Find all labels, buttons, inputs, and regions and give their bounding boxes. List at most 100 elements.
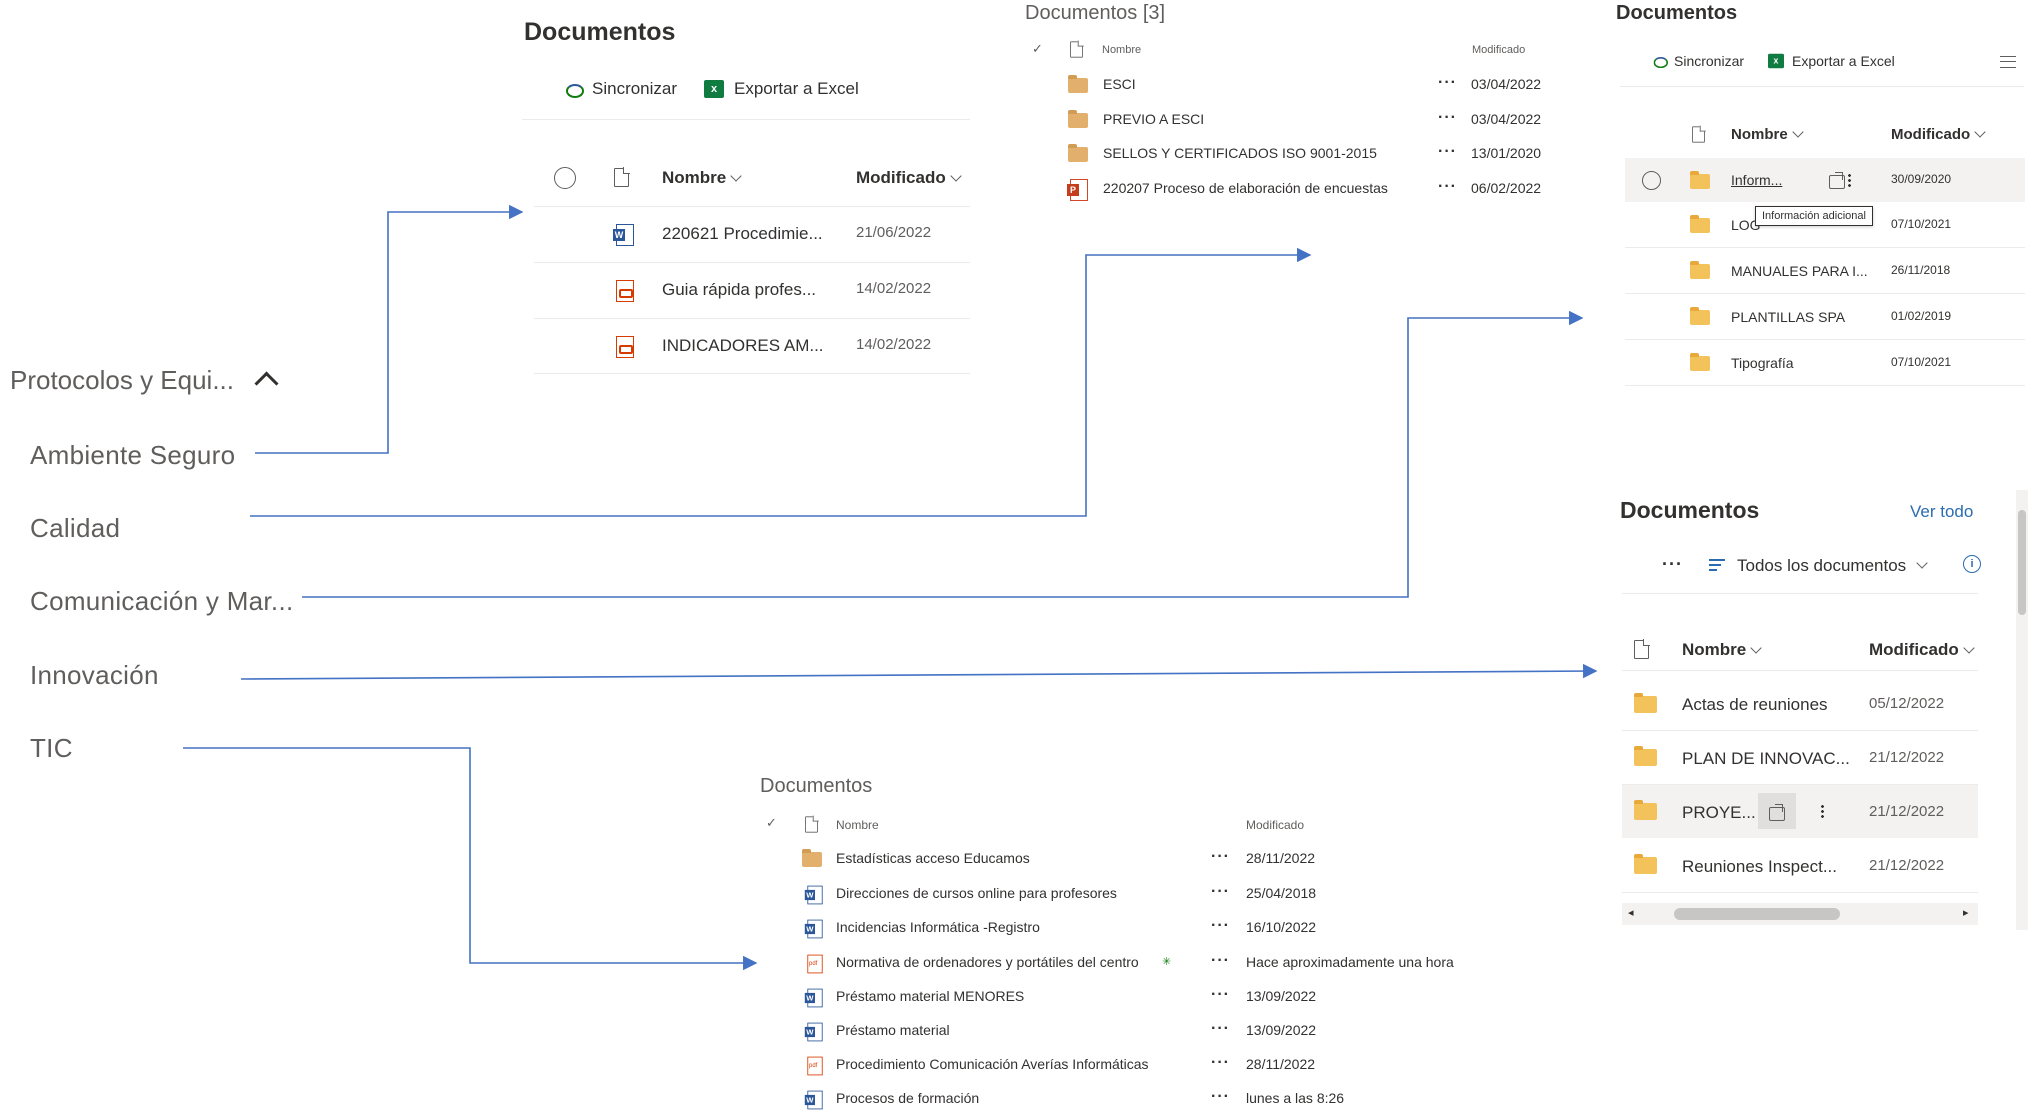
more-options-icon[interactable]: ··· — [1211, 1054, 1230, 1072]
list-item[interactable]: Normativa de ordenadores y portátiles de… — [764, 950, 1484, 976]
nav-parent-protocolos[interactable]: Protocolos y Equi... — [10, 365, 234, 396]
list-item[interactable]: Préstamo material MENORES ··· 13/09/2022 — [764, 984, 1484, 1010]
file-name[interactable]: ESCI — [1103, 76, 1136, 92]
file-name[interactable]: 220621 Procedimie... — [662, 224, 823, 244]
more-options-icon[interactable]: ··· — [1438, 74, 1457, 92]
check-icon[interactable]: ✓ — [766, 815, 777, 831]
file-name[interactable]: SELLOS Y CERTIFICADOS ISO 9001-2015 — [1103, 145, 1377, 161]
share-icon[interactable] — [1828, 175, 1845, 189]
table-row[interactable]: PLAN DE INNOVAC... 21/12/2022 — [1622, 731, 1978, 785]
more-options-icon[interactable]: ··· — [1211, 848, 1230, 866]
more-options-icon[interactable]: ··· — [1438, 143, 1457, 161]
file-name[interactable]: Estadísticas acceso Educamos — [836, 850, 1030, 866]
column-header-modified[interactable]: Modificado — [856, 168, 962, 188]
scroll-right-icon[interactable]: ▸ — [1963, 906, 1969, 919]
file-name[interactable]: Procesos de formación — [836, 1090, 979, 1106]
list-item[interactable]: Préstamo material ··· 13/09/2022 — [764, 1018, 1484, 1044]
more-vertical-icon[interactable] — [1848, 173, 1851, 187]
list-item[interactable]: Procedimiento Comunicación Averías Infor… — [764, 1052, 1484, 1078]
table-row[interactable]: PLANTILLAS SPA 01/02/2019 — [1625, 294, 2025, 340]
table-row[interactable]: Guia rápida profes... 14/02/2022 — [534, 263, 970, 319]
modified-date: 07/10/2021 — [1891, 355, 1952, 369]
nav-item-ambiente-seguro[interactable]: Ambiente Seguro — [30, 440, 235, 471]
file-name[interactable]: Inform... — [1731, 172, 1782, 188]
file-name[interactable]: Procedimiento Comunicación Averías Infor… — [836, 1056, 1149, 1072]
file-name[interactable]: Normativa de ordenadores y portátiles de… — [836, 954, 1139, 970]
table-row[interactable]: 220621 Procedimie... 21/06/2022 — [534, 207, 970, 263]
see-all-link[interactable]: Ver todo — [1910, 502, 1973, 522]
table-row[interactable]: Inform... 30/09/2020 — [1625, 158, 2025, 202]
select-radio-icon[interactable] — [1642, 171, 1661, 190]
share-button[interactable] — [1758, 793, 1796, 829]
file-name[interactable]: Actas de reuniones — [1682, 695, 1828, 715]
more-options-icon[interactable]: ··· — [1211, 1088, 1230, 1106]
file-name[interactable]: PLAN DE INNOVAC... — [1682, 749, 1850, 769]
menu-icon[interactable] — [2000, 56, 2016, 68]
file-name[interactable]: Préstamo material MENORES — [836, 988, 1024, 1004]
list-item[interactable]: Direcciones de cursos online para profes… — [764, 881, 1484, 907]
file-name[interactable]: PLANTILLAS SPA — [1731, 309, 1845, 325]
check-icon[interactable]: ✓ — [1032, 41, 1043, 57]
file-name[interactable]: 220207 Proceso de elaboración de encuest… — [1103, 180, 1388, 196]
chevron-up-icon[interactable] — [254, 371, 279, 396]
file-name[interactable]: PROYE... — [1682, 803, 1756, 823]
table-row[interactable]: Tipografía 07/10/2021 — [1625, 340, 2025, 386]
file-name[interactable]: INDICADORES AM... — [662, 336, 824, 356]
info-icon[interactable]: i — [1963, 555, 1981, 573]
more-options-icon[interactable]: ··· — [1211, 883, 1230, 901]
file-name[interactable]: Incidencias Informática -Registro — [836, 919, 1040, 935]
list-item[interactable]: 220207 Proceso de elaboración de encuest… — [1030, 176, 1560, 202]
table-row[interactable]: INDICADORES AM... 14/02/2022 — [534, 319, 970, 374]
nav-item-innovacion[interactable]: Innovación — [30, 660, 159, 691]
more-options-icon[interactable]: ··· — [1438, 178, 1457, 196]
word-icon — [804, 919, 823, 939]
file-name[interactable]: PREVIO A ESCI — [1103, 111, 1204, 127]
column-header-modified[interactable]: Modificado — [1246, 818, 1304, 832]
scroll-left-icon[interactable]: ◂ — [1628, 906, 1634, 919]
column-header-name[interactable]: Nombre — [836, 818, 879, 832]
file-name[interactable]: Direcciones de cursos online para profes… — [836, 885, 1117, 901]
file-name[interactable]: MANUALES PARA I... — [1731, 263, 1868, 279]
sync-button[interactable]: Sincronizar — [564, 79, 677, 99]
export-excel-button[interactable]: x Exportar a Excel — [1766, 52, 1895, 70]
more-vertical-icon[interactable] — [1821, 804, 1824, 818]
file-name[interactable]: Préstamo material — [836, 1022, 950, 1038]
more-options-icon[interactable]: ··· — [1211, 1020, 1230, 1038]
table-row[interactable]: PROYE... 21/12/2022 — [1622, 785, 1978, 838]
column-header-name[interactable]: Nombre — [662, 168, 742, 188]
list-item[interactable]: Estadísticas acceso Educamos ··· 28/11/2… — [764, 846, 1484, 872]
column-header-name[interactable]: Nombre — [1731, 126, 1804, 143]
export-excel-button[interactable]: x Exportar a Excel — [704, 79, 859, 99]
table-row[interactable]: MANUALES PARA I... 26/11/2018 — [1625, 248, 2025, 294]
scrollbar-thumb[interactable] — [1674, 908, 1840, 920]
list-item[interactable]: Procesos de formación ··· lunes a las 8:… — [764, 1086, 1484, 1112]
column-header-name[interactable]: Nombre — [1102, 44, 1141, 56]
select-all-radio-icon[interactable] — [554, 167, 576, 189]
vertical-scrollbar[interactable] — [2016, 490, 2028, 930]
list-item[interactable]: SELLOS Y CERTIFICADOS ISO 9001-2015 ··· … — [1030, 141, 1560, 167]
more-options-icon[interactable]: ··· — [1438, 109, 1457, 127]
sync-button[interactable]: Sincronizar — [1650, 52, 1744, 70]
table-row[interactable]: Actas de reuniones 05/12/2022 — [1622, 678, 1978, 731]
file-name[interactable]: Tipografía — [1731, 355, 1794, 371]
more-options-icon[interactable]: ··· — [1211, 917, 1230, 935]
file-name[interactable]: Reuniones Inspect... — [1682, 857, 1837, 877]
column-header-modified[interactable]: Modificado — [1869, 640, 1975, 660]
file-name[interactable]: Guia rápida profes... — [662, 280, 816, 300]
list-item[interactable]: PREVIO A ESCI ··· 03/04/2022 — [1030, 107, 1560, 133]
list-item[interactable]: ESCI ··· 03/04/2022 — [1030, 72, 1560, 98]
nav-item-comunicacion[interactable]: Comunicación y Mar... — [30, 586, 294, 617]
view-selector[interactable]: Todos los documentos — [1709, 556, 1928, 576]
column-header-name[interactable]: Nombre — [1682, 640, 1762, 660]
list-item[interactable]: Incidencias Informática -Registro ··· 16… — [764, 915, 1484, 941]
scrollbar-thumb[interactable] — [2018, 510, 2026, 615]
more-options-icon[interactable]: ··· — [1662, 554, 1683, 575]
more-options-icon[interactable]: ··· — [1211, 986, 1230, 1004]
column-header-modified[interactable]: Modificado — [1472, 44, 1525, 56]
horizontal-scrollbar[interactable]: ◂ ▸ — [1622, 903, 1978, 925]
table-row[interactable]: Reuniones Inspect... 21/12/2022 — [1622, 839, 1978, 893]
nav-item-calidad[interactable]: Calidad — [30, 513, 120, 544]
column-header-modified[interactable]: Modificado — [1891, 126, 1986, 143]
more-options-icon[interactable]: ··· — [1211, 952, 1230, 970]
nav-item-tic[interactable]: TIC — [30, 733, 73, 764]
